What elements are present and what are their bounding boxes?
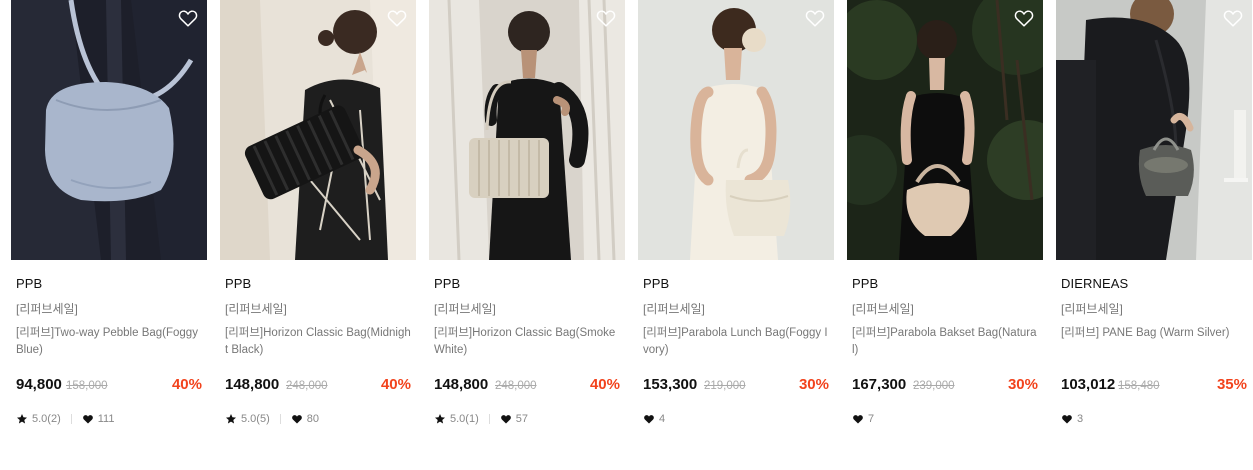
product-name[interactable]: [리퍼브]Horizon Classic Bag(Midnight Black): [225, 325, 411, 358]
likes-count: 57: [515, 413, 528, 425]
product-image[interactable]: [429, 0, 625, 260]
product-image[interactable]: [11, 0, 207, 260]
product-stats: 5.0(5) 80: [225, 411, 319, 427]
product-image[interactable]: [1056, 0, 1252, 260]
original-price: 219,000: [704, 380, 746, 392]
product-card[interactable]: DIERNEAS [리퍼브세일] [리퍼브] PANE Bag (Warm Si…: [1056, 0, 1252, 470]
product-image[interactable]: [847, 0, 1043, 260]
sale-price: 148,800: [434, 376, 489, 393]
likes-count: 3: [1077, 413, 1084, 425]
product-brand[interactable]: PPB: [225, 276, 251, 291]
product-stats: 5.0(2) 111: [16, 411, 114, 427]
product-name[interactable]: [리퍼브] PANE Bag (Warm Silver): [1061, 325, 1247, 342]
product-grid: PPB [리퍼브세일] [리퍼브]Two-way Pebble Bag(Fogg…: [11, 0, 1253, 470]
rating-text: 5.0(1): [450, 413, 479, 425]
product-image[interactable]: [638, 0, 834, 260]
wishlist-heart-icon[interactable]: [804, 7, 826, 29]
discount-rate: 30%: [798, 376, 829, 393]
star-icon: [434, 413, 446, 425]
product-tag: [리퍼브세일]: [225, 302, 287, 316]
original-price: 239,000: [913, 380, 955, 392]
product-brand[interactable]: PPB: [434, 276, 460, 291]
divider: [488, 414, 490, 424]
rating-text: 5.0(2): [32, 413, 61, 425]
sale-price: 94,800: [16, 376, 62, 393]
wishlist-heart-icon[interactable]: [595, 7, 617, 29]
original-price: 158,000: [66, 380, 108, 392]
heart-icon: [82, 413, 94, 425]
product-brand[interactable]: PPB: [852, 276, 878, 291]
product-stats: 5.0(1) 57: [434, 411, 528, 427]
heart-icon: [852, 413, 864, 425]
product-brand[interactable]: PPB: [16, 276, 42, 291]
discount-rate: 40%: [380, 376, 411, 393]
sale-price: 103,012: [1061, 376, 1116, 393]
product-image[interactable]: [220, 0, 416, 260]
heart-icon: [291, 413, 303, 425]
product-stats: 7: [852, 411, 874, 427]
divider: [279, 414, 281, 424]
product-brand[interactable]: DIERNEAS: [1061, 276, 1128, 291]
likes-count: 80: [306, 413, 319, 425]
product-card[interactable]: PPB [리퍼브세일] [리퍼브]Horizon Classic Bag(Smo…: [429, 0, 625, 470]
discount-rate: 40%: [171, 376, 202, 393]
product-card[interactable]: PPB [리퍼브세일] [리퍼브]Parabola Bakset Bag(Nat…: [847, 0, 1043, 470]
product-card[interactable]: PPB [리퍼브세일] [리퍼브]Parabola Lunch Bag(Fogg…: [638, 0, 834, 470]
sale-price: 167,300: [852, 376, 907, 393]
product-stats: 4: [643, 411, 665, 427]
sale-price: 153,300: [643, 376, 698, 393]
wishlist-heart-icon[interactable]: [1013, 7, 1035, 29]
discount-rate: 40%: [589, 376, 620, 393]
likes-count: 4: [659, 413, 666, 425]
product-stats: 3: [1061, 411, 1083, 427]
star-icon: [225, 413, 237, 425]
discount-rate: 30%: [1007, 376, 1038, 393]
product-name[interactable]: [리퍼브]Parabola Lunch Bag(Foggy Ivory): [643, 325, 829, 358]
star-icon: [16, 413, 28, 425]
original-price: 248,000: [495, 380, 537, 392]
likes-count: 7: [868, 413, 875, 425]
heart-icon: [500, 413, 512, 425]
product-card[interactable]: PPB [리퍼브세일] [리퍼브]Horizon Classic Bag(Mid…: [220, 0, 416, 470]
product-name[interactable]: [리퍼브]Two-way Pebble Bag(Foggy Blue): [16, 325, 202, 358]
sale-price: 148,800: [225, 376, 280, 393]
original-price: 158,480: [1118, 380, 1160, 392]
divider: [70, 414, 72, 424]
product-name[interactable]: [리퍼브]Horizon Classic Bag(Smoke White): [434, 325, 620, 358]
product-name[interactable]: [리퍼브]Parabola Bakset Bag(Natural): [852, 325, 1038, 358]
wishlist-heart-icon[interactable]: [1222, 7, 1244, 29]
original-price: 248,000: [286, 380, 328, 392]
product-tag: [리퍼브세일]: [16, 302, 78, 316]
product-tag: [리퍼브세일]: [643, 302, 705, 316]
product-tag: [리퍼브세일]: [1061, 302, 1123, 316]
discount-rate: 35%: [1216, 376, 1247, 393]
heart-icon: [1061, 413, 1073, 425]
likes-count: 111: [97, 413, 115, 425]
rating-text: 5.0(5): [241, 413, 270, 425]
wishlist-heart-icon[interactable]: [177, 7, 199, 29]
product-card[interactable]: PPB [리퍼브세일] [리퍼브]Two-way Pebble Bag(Fogg…: [11, 0, 207, 470]
product-brand[interactable]: PPB: [643, 276, 669, 291]
heart-icon: [643, 413, 655, 425]
product-tag: [리퍼브세일]: [434, 302, 496, 316]
wishlist-heart-icon[interactable]: [386, 7, 408, 29]
product-tag: [리퍼브세일]: [852, 302, 914, 316]
